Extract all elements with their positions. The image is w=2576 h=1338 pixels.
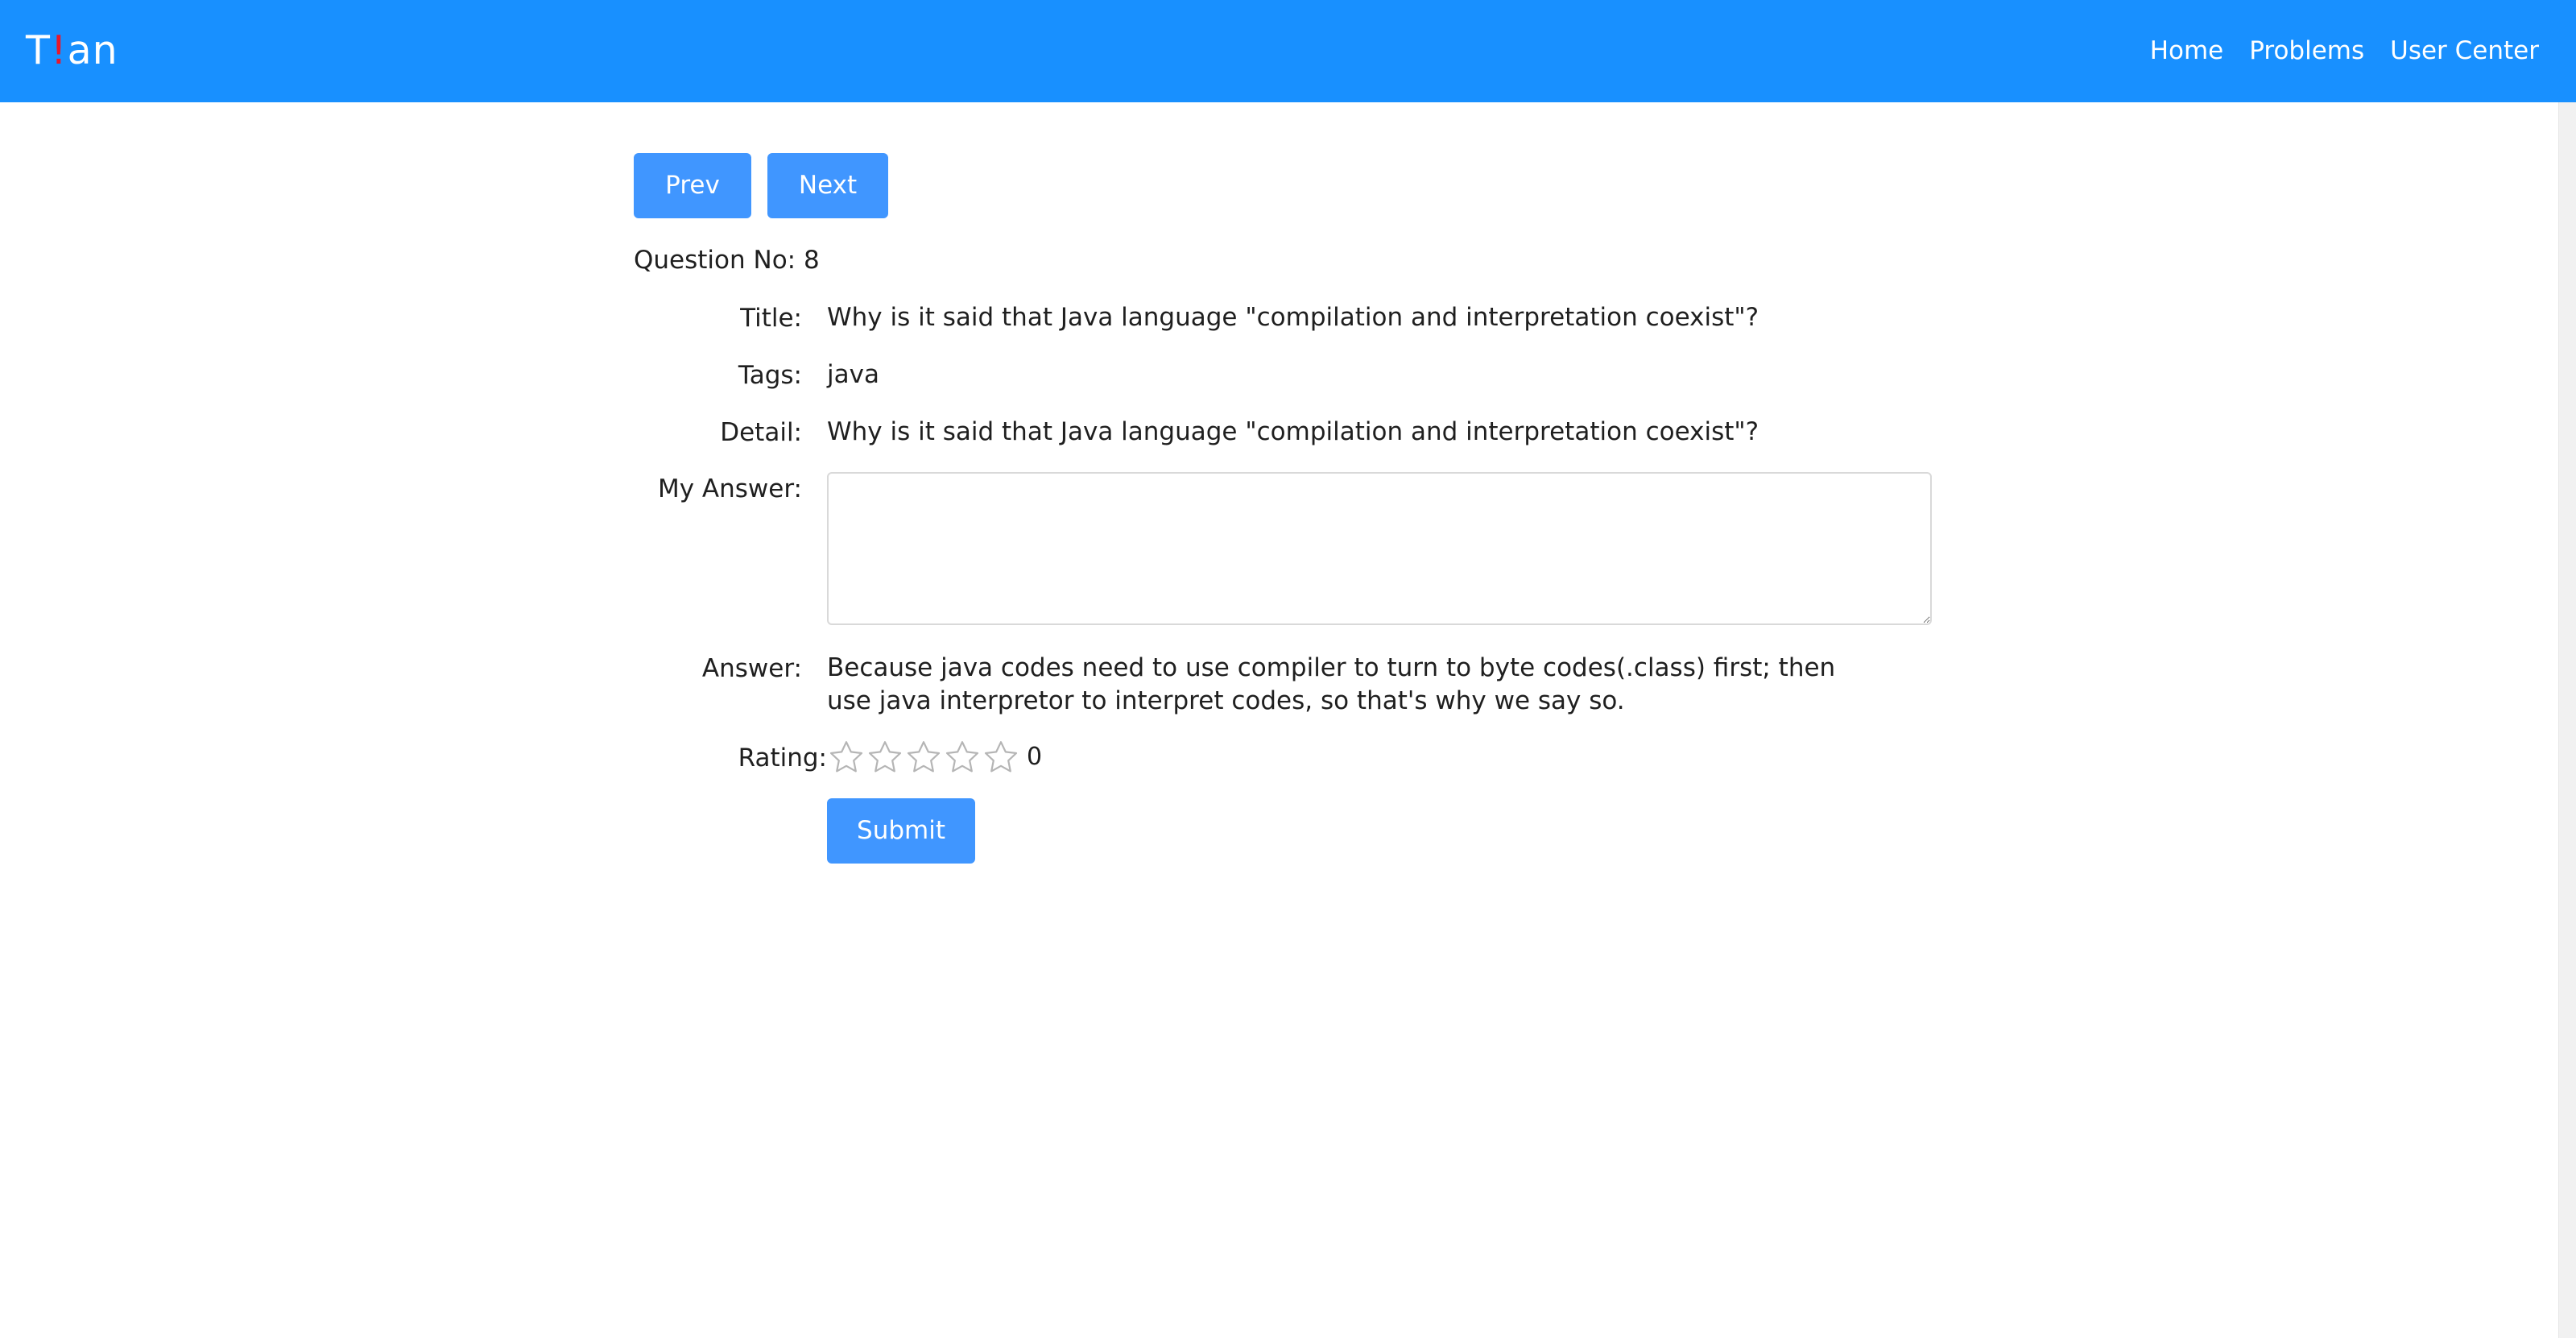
my-answer-label: My Answer: [657,474,802,503]
star-icon-5[interactable] [982,738,1020,777]
logo-exclamation: ! [50,27,68,73]
next-button[interactable]: Next [767,153,888,218]
rating-label: Rating: [738,744,827,773]
nav-home[interactable]: Home [2150,32,2224,69]
rating-count: 0 [1027,743,1043,771]
nav-user-center[interactable]: User Center [2390,32,2539,69]
title-label: Title: [740,304,802,333]
star-icon-4[interactable] [943,738,982,777]
reference-answer: Because java codes need to use compiler … [827,653,1836,715]
main-nav: Home Problems User Center [2150,32,2539,69]
rating-stars: 0 [827,738,1042,777]
prev-button[interactable]: Prev [634,153,751,218]
site-logo[interactable]: T!an [26,24,118,77]
logo-letter-t: T [26,27,51,73]
tags-label: Tags: [738,361,802,390]
nav-problems[interactable]: Problems [2249,32,2364,69]
page-scrollbar[interactable] [2558,102,2576,1338]
detail-label: Detail: [720,418,802,447]
answer-label: Answer: [701,654,802,683]
submit-button[interactable]: Submit [827,798,975,864]
star-icon-2[interactable] [866,738,904,777]
question-number: Question No: 8 [634,246,820,275]
my-answer-textarea[interactable] [827,472,1932,625]
question-detail: Why is it said that Java language "compi… [827,417,1759,446]
star-icon-1[interactable] [827,738,866,777]
question-title: Why is it said that Java language "compi… [827,303,1759,332]
star-icon-3[interactable] [904,738,943,777]
question-tags: java [827,360,879,389]
top-header: T!an Home Problems User Center [0,0,2576,102]
logo-letters-an: an [67,27,118,73]
